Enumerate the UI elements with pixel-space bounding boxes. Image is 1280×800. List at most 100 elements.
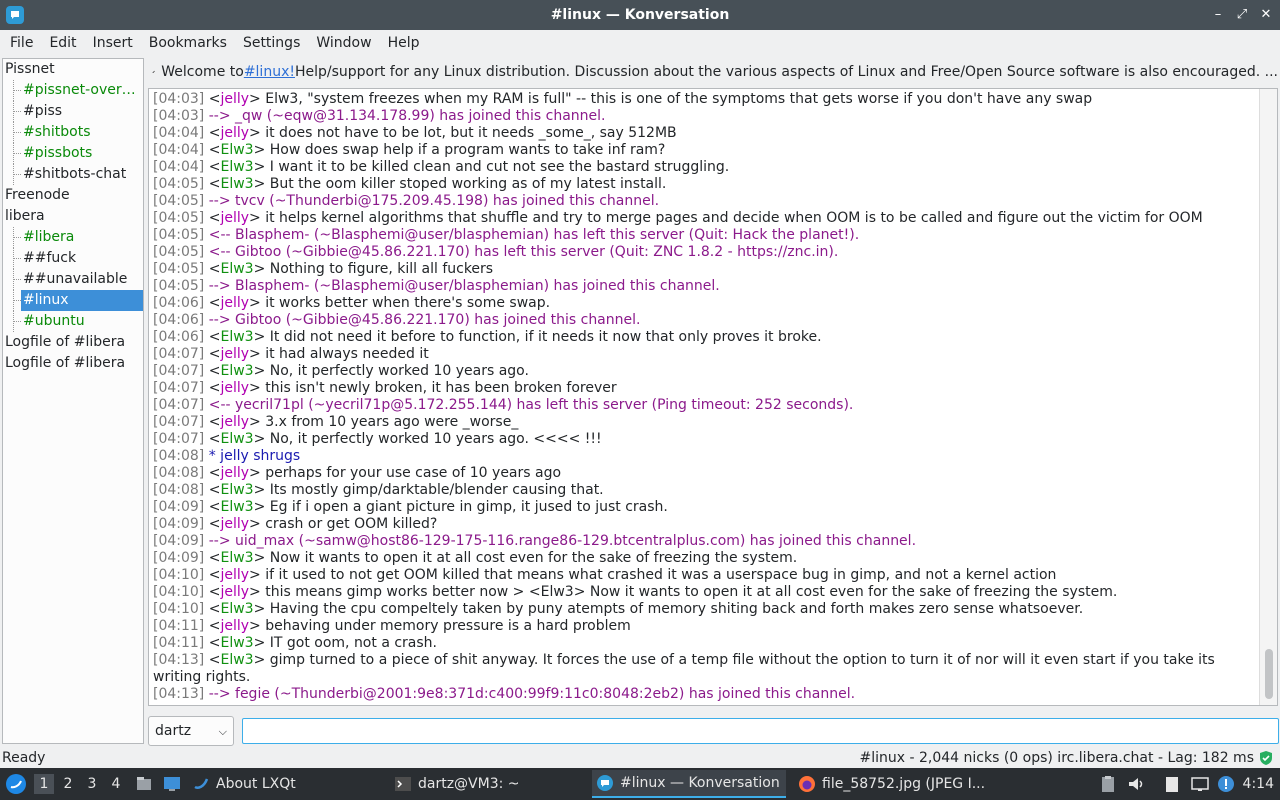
lxqt-menu-icon[interactable] — [4, 772, 28, 796]
sidebar-item[interactable]: #shitbots-chat — [3, 164, 143, 185]
sidebar-item[interactable]: #shitbots — [3, 122, 143, 143]
nick[interactable]: jelly — [220, 567, 249, 583]
nick[interactable]: Elw3 — [220, 329, 253, 345]
nick[interactable]: Elw3 — [220, 482, 253, 498]
sidebar-item[interactable]: Pissnet — [3, 59, 143, 80]
scrollbar-thumb[interactable] — [1265, 649, 1273, 699]
nick[interactable]: jelly — [220, 618, 249, 634]
clipboard-icon[interactable] — [1098, 774, 1118, 794]
menu-settings[interactable]: Settings — [235, 30, 308, 56]
desktop-3[interactable]: 3 — [82, 774, 102, 794]
menu-insert[interactable]: Insert — [85, 30, 141, 56]
sidebar-item[interactable]: Freenode — [3, 185, 143, 206]
nick[interactable]: jelly — [220, 380, 249, 396]
task-terminal[interactable]: dartz@VM3: ~ — [390, 770, 586, 798]
message-text: No, it perfectly worked 10 years ago. <<… — [265, 431, 602, 447]
sidebar-item[interactable]: #libera — [3, 227, 143, 248]
chat-line: [04:04] <Elw3> How does swap help if a p… — [153, 142, 666, 158]
show-desktop-icon[interactable] — [162, 774, 182, 794]
message-text: Having the cpu compeltely taken by puny … — [265, 601, 1084, 617]
nick[interactable]: jelly — [220, 125, 249, 141]
notes-icon[interactable] — [1162, 774, 1182, 794]
sidebar-item[interactable]: ##fuck — [3, 248, 143, 269]
nick[interactable]: jelly — [220, 91, 249, 107]
menu-edit[interactable]: Edit — [41, 30, 84, 56]
sidebar-item[interactable]: #pissnet-overv… — [3, 80, 143, 101]
nick[interactable]: Elw3 — [220, 159, 253, 175]
nick[interactable]: Elw3 — [220, 176, 253, 192]
maximize-icon[interactable]: ⤢ — [1234, 5, 1250, 23]
sidebar-item-label: #shitbots-chat — [23, 166, 127, 182]
sidebar-item-label: Freenode — [5, 187, 70, 203]
message-text: It did not need it before to function, i… — [265, 329, 822, 345]
topic-channel-link[interactable]: #linux! — [244, 64, 295, 80]
nick[interactable]: jelly — [220, 346, 249, 362]
task-label: file_58752.jpg (JPEG I... — [822, 776, 986, 792]
task-image-viewer[interactable]: file_58752.jpg (JPEG I... — [794, 770, 990, 798]
timestamp: [04:10] — [153, 601, 205, 617]
nick[interactable]: jelly — [220, 584, 249, 600]
edit-topic-icon[interactable] — [152, 64, 155, 80]
timestamp: [04:06] — [153, 295, 205, 311]
nick[interactable]: jelly — [220, 465, 249, 481]
window-title: #linux — Konversation — [550, 7, 730, 23]
chat-line: [04:11] <jelly> behaving under memory pr… — [153, 618, 631, 634]
update-notifier-icon[interactable] — [1216, 774, 1236, 794]
timestamp: [04:05] — [153, 193, 205, 209]
nick[interactable]: Elw3 — [220, 499, 253, 515]
nick[interactable]: jelly — [220, 414, 249, 430]
timestamp: [04:06] — [153, 312, 205, 328]
chat-line: [04:05] <Elw3> But the oom killer stoped… — [153, 176, 667, 192]
nick[interactable]: jelly — [220, 295, 249, 311]
chat-scrollbar[interactable] — [1259, 89, 1277, 705]
message-text: Its mostly gimp/darktable/blender causin… — [265, 482, 604, 498]
chat-line: [04:07] <jelly> it had always needed it — [153, 346, 429, 362]
desktop-2[interactable]: 2 — [58, 774, 78, 794]
sidebar-item[interactable]: #linux — [3, 290, 143, 311]
sidebar-item[interactable]: #piss — [3, 101, 143, 122]
sidebar-item[interactable]: #ubuntu — [3, 311, 143, 332]
menu-help[interactable]: Help — [380, 30, 428, 56]
minimize-icon[interactable]: – — [1210, 5, 1226, 23]
nick[interactable]: Elw3 — [220, 363, 253, 379]
nick[interactable]: jelly — [220, 210, 249, 226]
nickname-value: dartz — [155, 723, 192, 739]
menu-file[interactable]: File — [2, 30, 41, 56]
chat-line: [04:03] <jelly> Elw3, "system freezes wh… — [153, 91, 1093, 107]
timestamp: [04:08] — [153, 448, 205, 464]
task-konversation[interactable]: #linux — Konversation — [592, 770, 786, 798]
nick[interactable]: Elw3 — [220, 431, 253, 447]
sidebar-item[interactable]: Logfile of #libera — [3, 353, 143, 374]
desktop-4[interactable]: 4 — [106, 774, 126, 794]
close-icon[interactable]: ✕ — [1258, 5, 1274, 23]
menu-window[interactable]: Window — [308, 30, 379, 56]
sidebar-item[interactable]: ##unavailable — [3, 269, 143, 290]
message-text: No, it perfectly worked 10 years ago. — [265, 363, 529, 379]
screen-icon[interactable] — [1190, 774, 1210, 794]
sidebar-item[interactable]: #pissbots — [3, 143, 143, 164]
chat-line: [04:03] --> _qw (~eqw@31.134.178.99) has… — [153, 108, 1255, 125]
desktop-1[interactable]: 1 — [34, 774, 54, 794]
nickname-select[interactable]: dartz ⌵ — [148, 716, 234, 746]
nick[interactable]: Elw3 — [220, 261, 253, 277]
menu-bookmarks[interactable]: Bookmarks — [141, 30, 235, 56]
terminal-icon — [395, 777, 411, 791]
chat-line: [04:07] <jelly> 3.x from 10 years ago we… — [153, 414, 519, 430]
message-input[interactable] — [242, 718, 1279, 744]
event-text: --> fegie (~Thunderbi@2001:9e8:371d:c400… — [208, 686, 856, 702]
nick[interactable]: Elw3 — [220, 601, 253, 617]
nick[interactable]: jelly — [220, 516, 249, 532]
nick[interactable]: Elw3 — [220, 652, 253, 668]
timestamp: [04:07] — [153, 397, 205, 413]
file-manager-icon[interactable] — [134, 774, 154, 794]
task-about-lxqt[interactable]: About LXQt — [188, 770, 384, 798]
sidebar-item-label: #piss — [23, 103, 63, 119]
nick[interactable]: Elw3 — [220, 550, 253, 566]
clock[interactable]: 4:14 — [1243, 768, 1274, 800]
sidebar-item[interactable]: libera — [3, 206, 143, 227]
sidebar-item[interactable]: Logfile of #libera — [3, 332, 143, 353]
volume-icon[interactable] — [1126, 774, 1146, 794]
nick[interactable]: Elw3 — [220, 635, 253, 651]
event-text: --> Blasphem- (~Blasphemi@user/blasphemi… — [208, 278, 720, 294]
nick[interactable]: Elw3 — [220, 142, 253, 158]
